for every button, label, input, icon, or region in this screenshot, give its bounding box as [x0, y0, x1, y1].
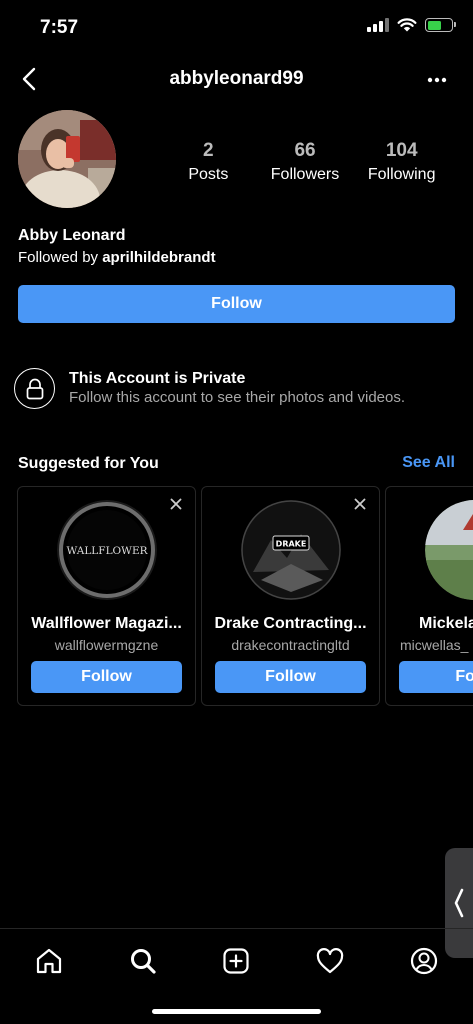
- profile-avatar[interactable]: [18, 110, 116, 208]
- chevron-left-icon: [454, 888, 464, 918]
- wifi-icon: [397, 18, 417, 32]
- status-time: 7:57: [40, 17, 79, 38]
- heart-icon: [316, 948, 344, 974]
- posts-count: 2: [203, 140, 214, 161]
- status-icons: [367, 18, 456, 32]
- dismiss-button[interactable]: [167, 495, 185, 513]
- suggestion-avatar[interactable]: photo: [425, 500, 473, 600]
- close-icon: [170, 498, 182, 510]
- suggestion-card[interactable]: photo Mickela micwellas_ Follo: [385, 486, 473, 706]
- lock-icon: [14, 368, 55, 409]
- suggested-cards: WALLFLOWER Wallflower Magazi... wallflow…: [17, 486, 473, 708]
- add-post-icon: [223, 948, 249, 974]
- suggestion-follow-button[interactable]: Follow: [31, 661, 182, 693]
- profile-icon: [410, 947, 438, 975]
- suggested-title: Suggested for You: [18, 455, 159, 472]
- followed-by-user[interactable]: aprilhildebrandt: [102, 249, 215, 266]
- profile-header: abbyleonard99: [0, 54, 473, 106]
- see-all-link[interactable]: See All: [402, 454, 455, 472]
- profile-photo: [18, 110, 116, 208]
- suggestion-handle: drakecontractingltd: [231, 637, 350, 653]
- private-title: This Account is Private: [69, 370, 246, 387]
- suggestion-card[interactable]: WALLFLOWER Wallflower Magazi... wallflow…: [17, 486, 196, 706]
- followed-by[interactable]: Followed by aprilhildebrandt: [18, 249, 216, 266]
- suggestion-name: Wallflower Magazi...: [31, 615, 182, 632]
- suggestion-handle: micwellas_: [400, 637, 469, 653]
- more-options-button[interactable]: [423, 68, 451, 92]
- close-icon: [354, 498, 366, 510]
- more-icon: [427, 77, 447, 83]
- following-label: Following: [367, 166, 436, 183]
- tab-home[interactable]: [29, 941, 69, 981]
- posts-label: Posts: [188, 166, 229, 183]
- tab-profile[interactable]: [404, 941, 444, 981]
- private-account-notice: This Account is Private Follow this acco…: [14, 368, 464, 410]
- suggestion-name: Mickela: [419, 615, 473, 632]
- following-count: 104: [385, 140, 418, 161]
- dismiss-button[interactable]: [351, 495, 369, 513]
- page-title: abbyleonard99: [169, 68, 304, 89]
- search-icon: [131, 949, 156, 974]
- suggestion-handle: wallflowermgzne: [54, 637, 159, 653]
- posts-stat[interactable]: 2 Posts: [160, 140, 257, 184]
- battery-icon: [425, 18, 456, 32]
- following-stat[interactable]: 104 Following: [353, 140, 450, 184]
- tab-create[interactable]: [216, 941, 256, 981]
- home-indicator: [152, 1009, 321, 1014]
- profile-name: Abby Leonard: [18, 227, 126, 244]
- home-icon: [36, 948, 62, 974]
- avatar-logo-text: WALLFLOWER: [66, 545, 148, 557]
- followers-stat[interactable]: 66 Followers: [257, 140, 354, 184]
- suggestion-follow-button[interactable]: Follo: [399, 661, 473, 693]
- tab-activity[interactable]: [310, 941, 350, 981]
- avatar-logo-text: DRAKE: [276, 540, 307, 549]
- profile-stats: 2 Posts 66 Followers 104 Following: [160, 140, 450, 184]
- status-bar: 7:57: [0, 0, 473, 54]
- follow-button[interactable]: Follow: [18, 285, 455, 323]
- suggestion-name: Drake Contracting...: [214, 615, 367, 632]
- suggestion-avatar[interactable]: WALLFLOWER: [57, 500, 157, 600]
- followers-label: Followers: [270, 166, 340, 183]
- followers-count: 66: [294, 140, 316, 161]
- followed-by-prefix: Followed by: [18, 249, 103, 266]
- signal-icon: [367, 18, 389, 32]
- suggestion-avatar[interactable]: DRAKE: [241, 500, 341, 600]
- suggestion-follow-button[interactable]: Follow: [215, 661, 366, 693]
- tab-search[interactable]: [123, 941, 163, 981]
- private-subtitle: Follow this account to see their photos …: [69, 389, 406, 406]
- suggestion-card[interactable]: DRAKE Drake Contracting... drakecontract…: [201, 486, 380, 706]
